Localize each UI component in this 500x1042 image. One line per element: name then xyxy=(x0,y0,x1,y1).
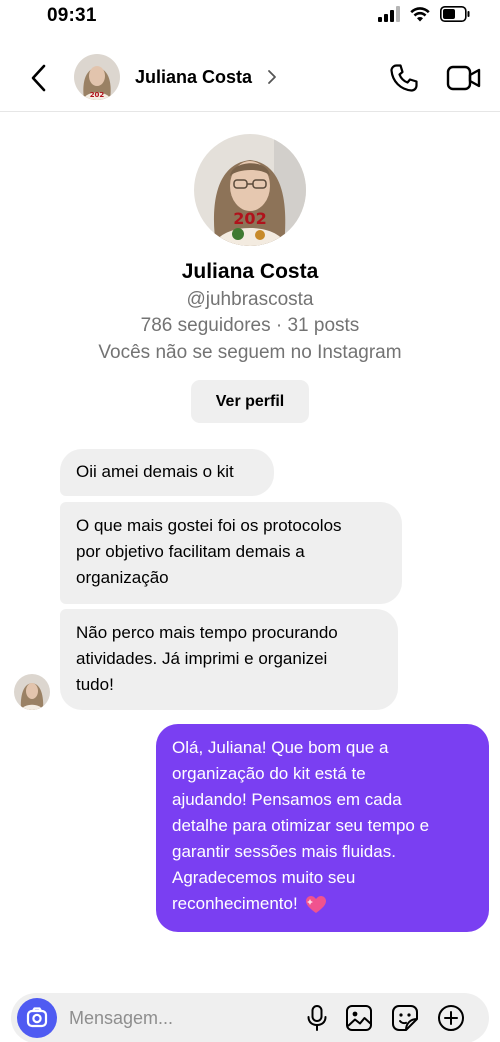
battery-icon xyxy=(440,6,470,22)
phone-icon[interactable] xyxy=(388,62,420,94)
message-line: ajudando! Pensamos em cada xyxy=(172,790,402,809)
camera-button[interactable] xyxy=(17,998,57,1038)
chevron-right-icon[interactable] xyxy=(267,69,277,85)
message-line: por objetivo facilitam demais a xyxy=(76,542,305,561)
message-line: tudo! xyxy=(76,675,114,694)
gallery-icon[interactable] xyxy=(345,1004,373,1032)
message-line: Olá, Juliana! Que bom que a xyxy=(172,738,389,757)
message-line: organização do kit está te xyxy=(172,764,366,783)
camera-icon xyxy=(26,1007,48,1028)
message-line: Não perco mais tempo procurando xyxy=(76,623,338,642)
message-line: garantir sessões mais fluidas. xyxy=(172,842,396,861)
heart-sparkle-icon xyxy=(306,895,327,913)
message-line: O que mais gostei foi os protocolos xyxy=(76,516,342,535)
wifi-icon xyxy=(410,7,430,22)
profile-avatar[interactable]: 202 xyxy=(194,134,306,246)
profile-stats: 786 seguidores · 31 posts xyxy=(140,315,360,336)
microphone-icon[interactable] xyxy=(303,1004,331,1032)
sender-avatar[interactable] xyxy=(14,674,50,710)
message-line: organização xyxy=(76,568,169,587)
svg-text:202: 202 xyxy=(90,91,105,99)
chat-header: 202 Juliana Costa xyxy=(0,42,500,112)
svg-text:202: 202 xyxy=(233,209,266,228)
status-time: 09:31 xyxy=(47,5,97,26)
incoming-message[interactable]: O que mais gostei foi os protocolos por … xyxy=(60,502,402,604)
outgoing-message[interactable]: Olá, Juliana! Que bom que a organização … xyxy=(156,724,489,932)
message-line: Oii amei demais o kit xyxy=(76,462,234,481)
message-composer xyxy=(11,993,489,1042)
status-icons xyxy=(378,6,470,22)
follow-status: Vocês não se seguem no Instagram xyxy=(98,342,402,363)
contact-name[interactable]: Juliana Costa xyxy=(135,67,252,88)
message-line-last: reconhecimento! xyxy=(172,891,473,917)
back-icon[interactable] xyxy=(26,63,52,93)
header-avatar[interactable]: 202 xyxy=(74,54,120,100)
message-line: reconhecimento! xyxy=(172,894,298,913)
message-line: Agradecemos muito seu xyxy=(172,868,356,887)
view-profile-button[interactable]: Ver perfil xyxy=(191,380,309,423)
incoming-message[interactable]: Não perco mais tempo procurando atividad… xyxy=(60,609,398,710)
signal-icon xyxy=(378,6,400,22)
incoming-message[interactable]: Oii amei demais o kit xyxy=(60,449,274,496)
profile-handle: @juhbrascosta xyxy=(186,289,314,310)
sticker-icon[interactable] xyxy=(391,1004,419,1032)
message-input[interactable] xyxy=(69,1003,289,1033)
status-bar: 09:31 xyxy=(0,0,500,34)
profile-name: Juliana Costa xyxy=(181,260,319,283)
video-icon[interactable] xyxy=(446,63,482,93)
plus-circle-icon[interactable] xyxy=(437,1004,465,1032)
message-line: atividades. Já imprimi e organizei xyxy=(76,649,328,668)
message-line: detalhe para otimizar seu tempo e xyxy=(172,816,430,835)
